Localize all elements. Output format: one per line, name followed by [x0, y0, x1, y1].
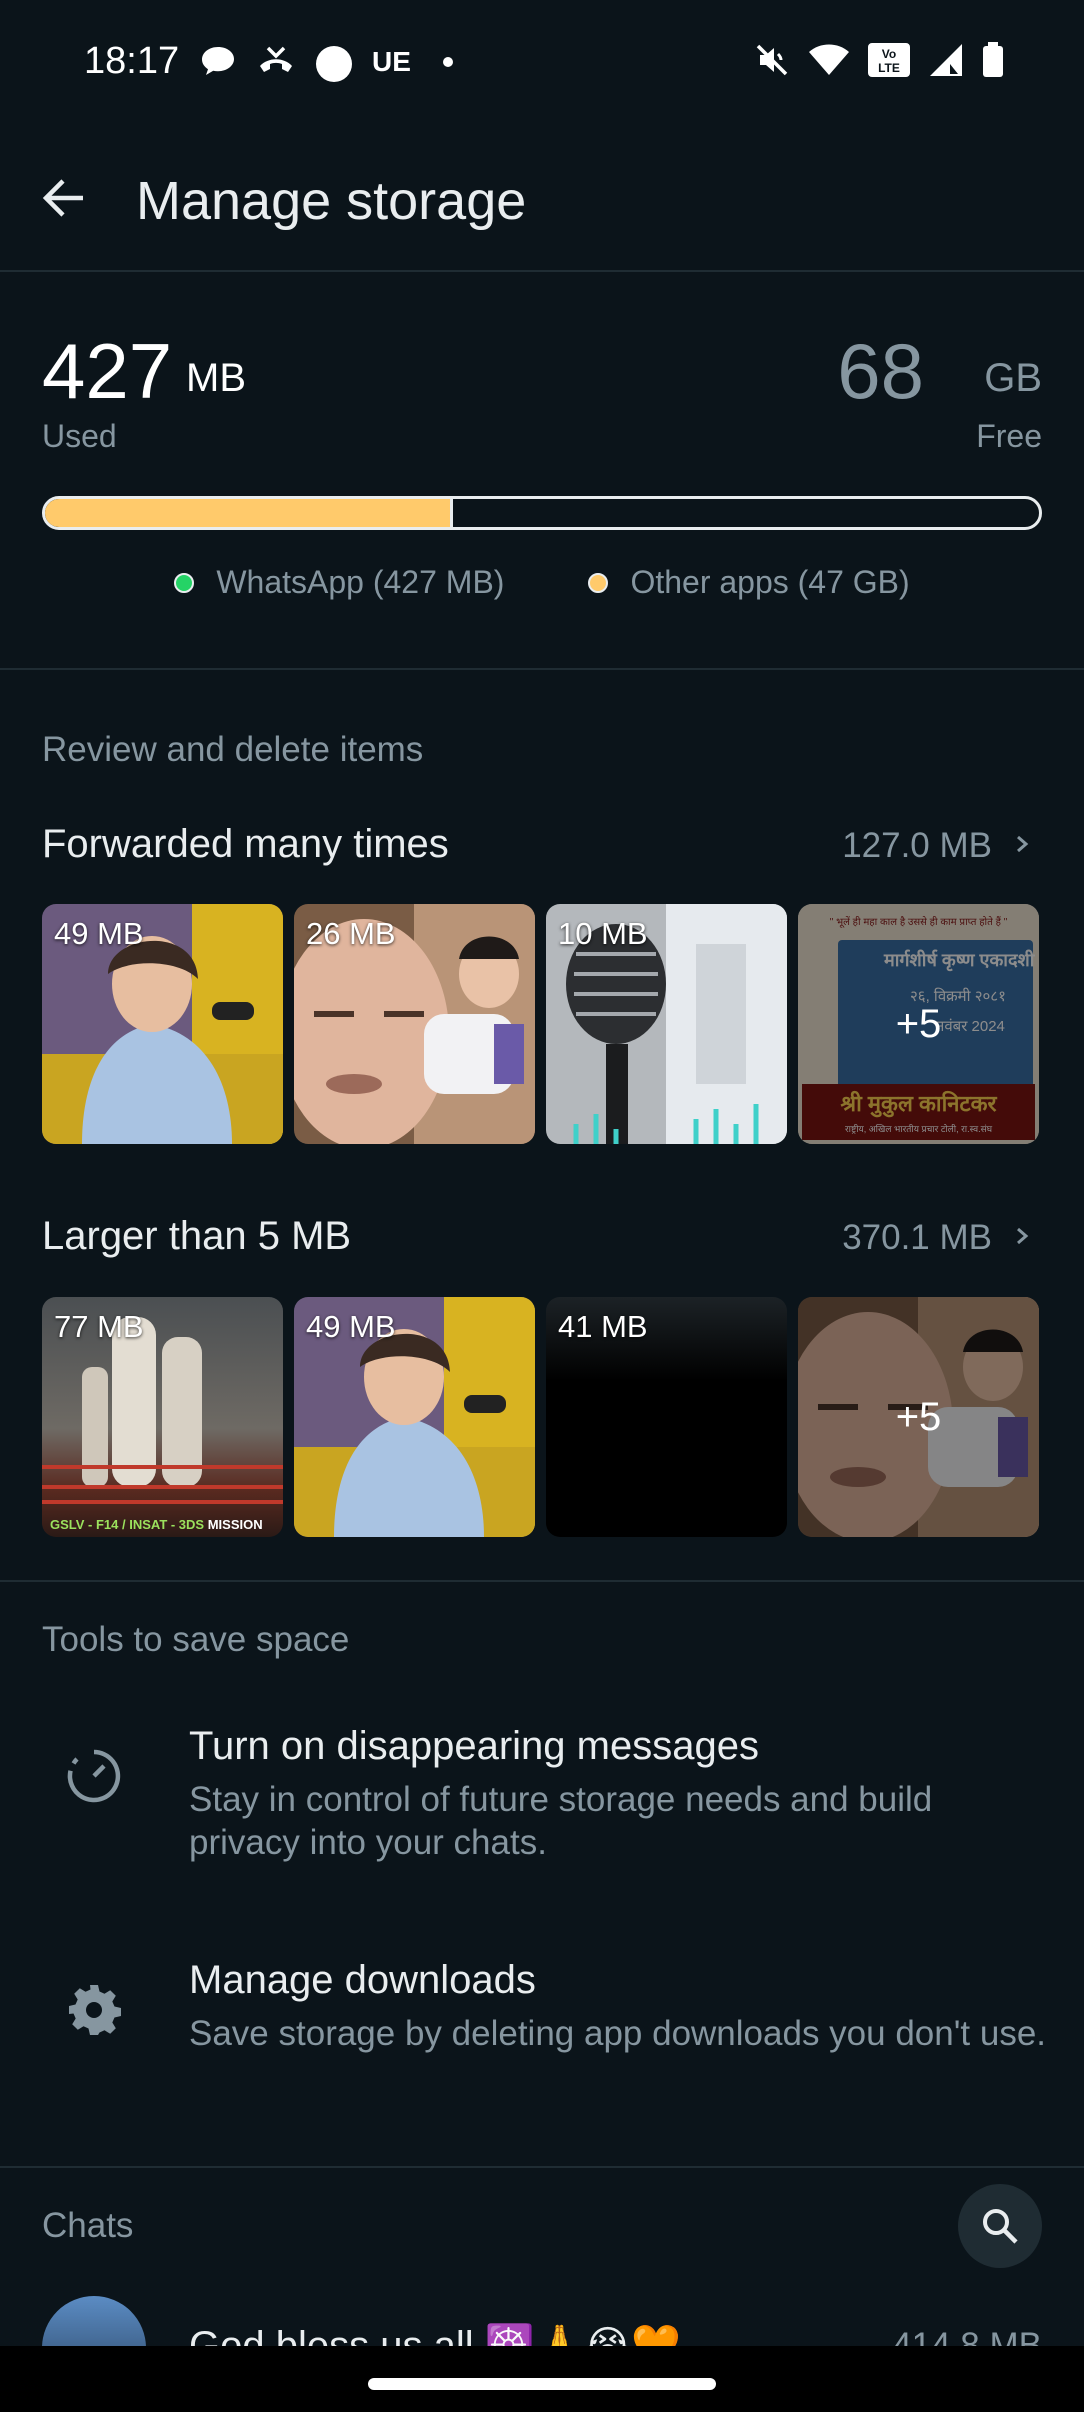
legend-dot-icon	[588, 572, 609, 593]
tools-heading: Tools to save space	[42, 1620, 350, 1659]
rocket-caption-mission: MISSION	[207, 1517, 263, 1532]
media-thumbnail[interactable]: GSLV - F14 / INSAT - 3DS MISSION 77 MB	[42, 1297, 283, 1537]
rocket-caption: GSLV - F14 / INSAT - 3DS MISSION	[50, 1517, 263, 1532]
thumb-size-label: 41 MB	[558, 1309, 648, 1344]
thumb-size-label: 26 MB	[306, 916, 396, 951]
legend-item-other-apps: Other apps (47 GB)	[588, 564, 910, 601]
more-count: +5	[798, 904, 1039, 1144]
chat-size: 414.8 MB	[892, 2326, 1042, 2346]
storage-bar	[42, 496, 1042, 530]
chevron-right-icon	[1017, 1227, 1029, 1245]
storage-legend: WhatsApp (427 MB) Other apps (47 GB)	[0, 564, 1084, 601]
missed-call-icon	[260, 46, 292, 72]
tool-title: Manage downloads	[189, 1958, 536, 2002]
thumb-size-label: 49 MB	[54, 916, 144, 951]
wifi-icon	[809, 44, 849, 75]
divider	[0, 2166, 1084, 2168]
free-unit: GB	[984, 356, 1042, 400]
group-size: 127.0 MB	[842, 826, 992, 865]
media-thumbnail[interactable]: 49 MB	[42, 904, 283, 1144]
legend-label: Other apps (47 GB)	[630, 564, 910, 600]
chevron-right-icon	[1017, 835, 1029, 853]
home-gesture-handle[interactable]	[368, 2378, 716, 2390]
signal-icon	[930, 44, 962, 76]
circle-icon	[316, 46, 352, 82]
group-title: Forwarded many times	[42, 822, 449, 866]
review-heading: Review and delete items	[42, 730, 424, 769]
media-thumbnail[interactable]: +5	[798, 1297, 1039, 1537]
forwarded-thumbnails: 49 MB 26 MB 10 MB " भूलें ही महा काल है …	[42, 904, 1042, 1144]
app-bar: Manage storage	[0, 128, 1084, 272]
mute-icon	[756, 44, 788, 76]
group-size: 370.1 MB	[842, 1218, 992, 1257]
legend-dot-icon	[174, 572, 195, 593]
thumb-size-label: 49 MB	[306, 1309, 396, 1344]
group-larger-than-5mb[interactable]: Larger than 5 MB 370.1 MB	[42, 1214, 1042, 1274]
media-thumbnail[interactable]: 26 MB	[294, 904, 535, 1144]
manage-downloads-tool[interactable]: Manage downloads Save storage by deletin…	[0, 1958, 1084, 2118]
free-value: 68	[837, 327, 924, 415]
chats-heading: Chats	[42, 2206, 134, 2245]
tool-title: Turn on disappearing messages	[189, 1724, 759, 1768]
navigation-bar	[0, 2346, 1084, 2412]
arrow-left-icon	[42, 179, 83, 217]
timer-icon	[62, 1744, 126, 1808]
search-button[interactable]	[958, 2184, 1042, 2268]
free-label: Free	[976, 418, 1042, 454]
carrier-text: UE	[372, 46, 411, 77]
back-button[interactable]	[36, 170, 92, 226]
media-thumbnail[interactable]: 41 MB	[546, 1297, 787, 1537]
chat-bubble-icon	[202, 47, 234, 75]
volte-icon: Vo LTE	[868, 43, 910, 77]
media-thumbnail[interactable]: 49 MB	[294, 1297, 535, 1537]
chat-name: God bless us all ☸️🙏😭🧡	[189, 2324, 681, 2346]
group-forwarded-many-times[interactable]: Forwarded many times 127.0 MB	[42, 822, 1042, 882]
search-icon	[983, 2209, 1018, 2244]
divider	[0, 1580, 1084, 1582]
more-count: +5	[798, 1297, 1039, 1537]
disappearing-messages-tool[interactable]: Turn on disappearing messages Stay in co…	[0, 1724, 1084, 1884]
media-thumbnail[interactable]: 10 MB	[546, 904, 787, 1144]
status-right-icons: Vo LTE	[754, 42, 1004, 78]
dot-icon	[443, 57, 453, 67]
tool-description: Save storage by deleting app downloads y…	[189, 2014, 1047, 2053]
tool-description: Stay in control of future storage needs …	[189, 1780, 933, 1862]
thumb-size-label: 10 MB	[558, 916, 648, 951]
used-value: 427	[42, 327, 173, 415]
larger-thumbnails: GSLV - F14 / INSAT - 3DS MISSION 77 MB 4…	[42, 1297, 1042, 1537]
chat-list-item[interactable]: God bless us all ☸️🙏😭🧡 414.8 MB	[0, 2296, 1084, 2346]
battery-icon	[983, 42, 1003, 77]
group-title: Larger than 5 MB	[42, 1214, 352, 1258]
status-time: 18:17	[84, 40, 180, 82]
divider	[0, 668, 1084, 670]
used-label: Used	[42, 418, 117, 454]
media-thumbnail[interactable]: " भूलें ही महा काल है उससे ही काम प्राप्…	[798, 904, 1039, 1144]
legend-label: WhatsApp (427 MB)	[216, 564, 505, 600]
avatar	[42, 2296, 146, 2346]
legend-item-whatsapp: WhatsApp (427 MB)	[174, 564, 504, 601]
gear-icon	[62, 1978, 126, 2042]
rocket-caption-main: GSLV - F14 / INSAT - 3DS	[50, 1517, 208, 1532]
storage-bar-fill	[45, 499, 453, 527]
thumb-size-label: 77 MB	[54, 1309, 144, 1344]
status-bar: 18:17 UE Vo LTE	[0, 0, 1084, 126]
used-unit: MB	[186, 356, 246, 400]
page-title: Manage storage	[136, 171, 527, 231]
